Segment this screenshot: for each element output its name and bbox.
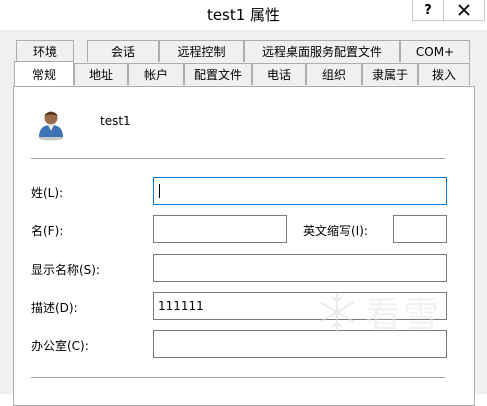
first-name-label: 名(F):: [31, 224, 64, 238]
dialog-client-area: 环境 会话 远程控制 远程桌面服务配置文件 COM+ 常规 地址 帐户 配置文件…: [0, 30, 487, 406]
tab-profile[interactable]: 配置文件: [184, 63, 252, 85]
tab-telephones[interactable]: 电话: [252, 63, 306, 85]
tab-dial-in[interactable]: 拨入: [418, 63, 470, 85]
text-caret: [159, 184, 160, 198]
separator: [31, 158, 445, 159]
tab-sessions[interactable]: 会话: [87, 40, 159, 62]
tab-member-of[interactable]: 隶属于: [362, 63, 418, 85]
tab-environment[interactable]: 环境: [16, 40, 74, 62]
tab-rds-profile[interactable]: 远程桌面服务配置文件: [244, 40, 400, 62]
title-bar: test1 属性 ?: [0, 0, 487, 30]
office-field[interactable]: [153, 330, 447, 358]
office-label: 办公室(C):: [31, 339, 89, 353]
tab-address[interactable]: 地址: [74, 63, 128, 85]
last-name-label: 姓(L):: [31, 186, 64, 200]
first-name-field[interactable]: [153, 215, 287, 243]
initials-field[interactable]: [393, 215, 447, 243]
last-name-field[interactable]: [153, 177, 447, 205]
close-icon: [458, 4, 470, 16]
tab-account[interactable]: 帐户: [128, 63, 184, 85]
initials-label: 英文缩写(I):: [303, 224, 368, 238]
description-label: 描述(D):: [31, 301, 78, 315]
tab-general[interactable]: 常规: [14, 61, 74, 86]
general-tab-panel: test1 姓(L): 名(F): 英文缩写(I): 显示名称(S): 描述(D…: [13, 86, 475, 406]
user-display-name: test1: [100, 114, 131, 128]
separator: [31, 377, 445, 378]
close-button[interactable]: [443, 0, 485, 21]
help-button[interactable]: ?: [412, 0, 443, 21]
user-icon: [39, 111, 63, 141]
display-name-label: 显示名称(S):: [31, 263, 101, 277]
tab-remote-control[interactable]: 远程控制: [159, 40, 244, 62]
display-name-field[interactable]: [153, 254, 447, 282]
tab-com-plus[interactable]: COM+: [400, 40, 470, 62]
description-field[interactable]: 111111: [153, 292, 447, 320]
tab-organization[interactable]: 组织: [306, 63, 362, 85]
